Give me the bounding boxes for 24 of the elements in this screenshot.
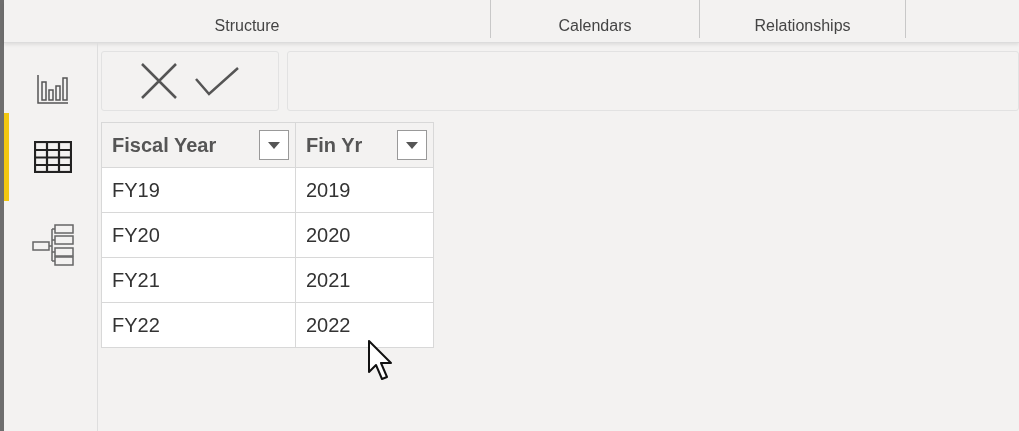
column-header: Fiscal Year bbox=[112, 133, 217, 157]
column-header: Fin Yr bbox=[306, 133, 363, 157]
caret-icon bbox=[406, 141, 418, 149]
checkmark-icon bbox=[194, 66, 240, 96]
filter-dropdown[interactable] bbox=[397, 130, 427, 160]
model-icon bbox=[31, 224, 75, 266]
ribbon-group-label: Calendars bbox=[558, 17, 632, 35]
table-cell: FY19 bbox=[112, 178, 160, 201]
confirm-button[interactable] bbox=[194, 66, 240, 96]
table-cell: 2019 bbox=[306, 178, 351, 201]
table-cell: 2021 bbox=[306, 268, 351, 291]
table-cell: FY21 bbox=[112, 268, 160, 291]
filter-dropdown[interactable] bbox=[259, 130, 289, 160]
table-cell: FY20 bbox=[112, 223, 160, 246]
ribbon-group-label: Structure bbox=[214, 17, 280, 35]
table-icon bbox=[34, 141, 72, 173]
cancel-button[interactable] bbox=[140, 62, 178, 100]
table-cell: 2020 bbox=[306, 223, 351, 246]
ribbon-group-label: Relationships bbox=[754, 17, 851, 35]
close-icon bbox=[140, 62, 178, 100]
table-cell: FY22 bbox=[112, 313, 160, 336]
bar-chart-icon bbox=[37, 74, 69, 104]
table-cell: 2022 bbox=[306, 313, 351, 336]
caret-icon bbox=[268, 141, 280, 149]
